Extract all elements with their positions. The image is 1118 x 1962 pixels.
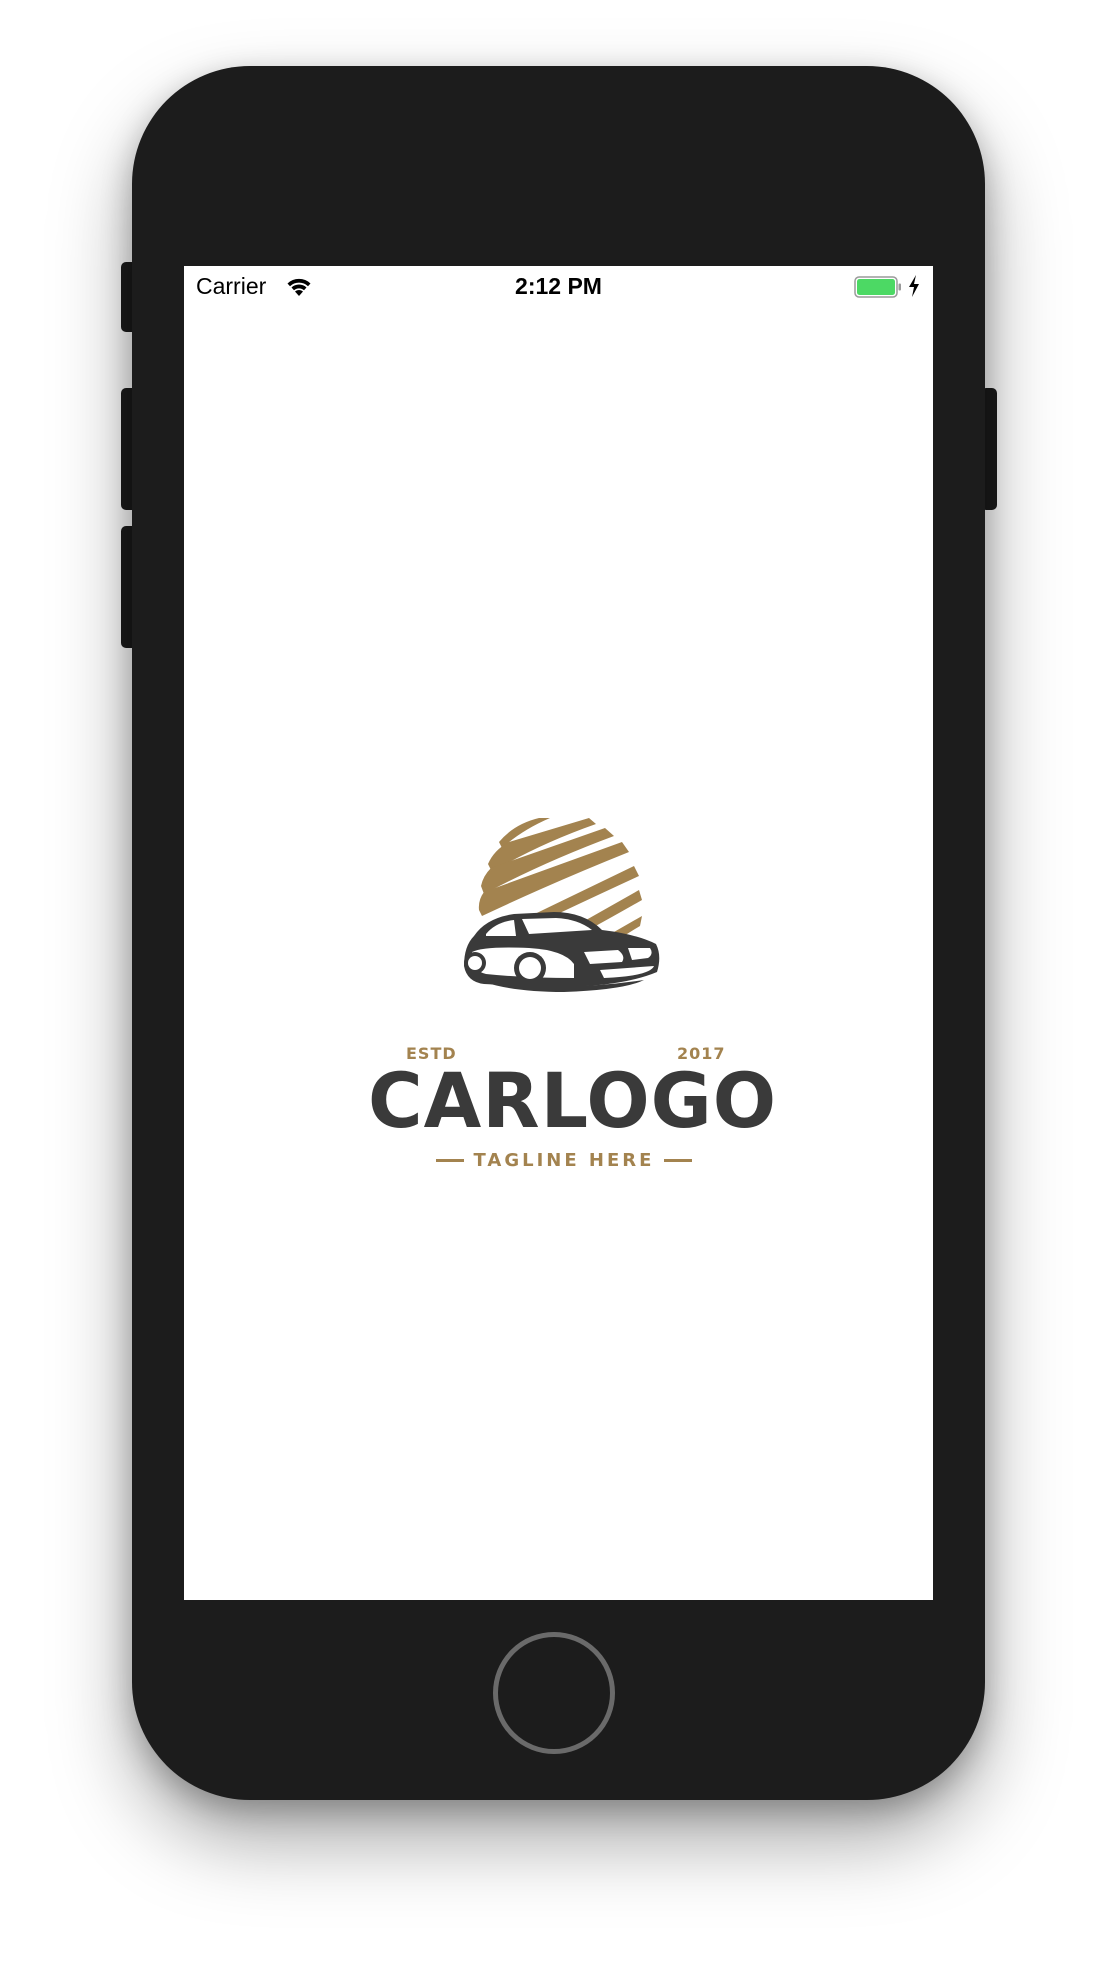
tagline: TAGLINE HERE	[473, 1150, 655, 1171]
tagline-right-rule	[664, 1159, 693, 1162]
brand-name: CARLOGO	[368, 1056, 778, 1145]
status-time: 2:12 PM	[515, 273, 602, 299]
simulator-stage: Carrier 2:12 PM ESTD 2017 CARLOGO TAGLIN…	[0, 0, 1118, 1962]
status-bar: Carrier 2:12 PM	[184, 266, 933, 306]
tagline-row: TAGLINE HERE	[364, 1150, 764, 1171]
carlogo-logo: ESTD 2017 CARLOGO TAGLINE HERE	[364, 806, 776, 1171]
app-screen: Carrier 2:12 PM ESTD 2017 CARLOGO TAGLIN…	[184, 266, 933, 1600]
battery-icon	[854, 276, 901, 298]
charging-bolt-icon	[909, 275, 919, 297]
home-button[interactable]	[493, 1632, 615, 1754]
tagline-left-rule	[435, 1159, 464, 1162]
